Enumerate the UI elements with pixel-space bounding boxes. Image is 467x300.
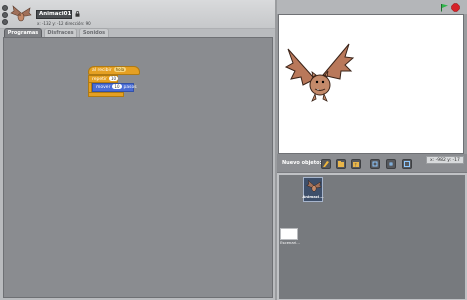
sprite-name-field[interactable]: Animaci01	[36, 10, 72, 19]
random-sprite-button[interactable]: ?	[351, 159, 361, 169]
presentation-mode-button[interactable]	[402, 159, 412, 169]
when-receive-label: al recibir	[92, 68, 112, 73]
move-label: mover	[96, 85, 111, 90]
grow-sprite-button[interactable]	[370, 159, 380, 169]
paint-new-sprite-button[interactable]	[321, 159, 331, 169]
rotation-style-button[interactable]	[2, 12, 8, 18]
sprite-card-name: Animaci...	[302, 194, 324, 199]
tab-scripts[interactable]: Programas	[4, 28, 42, 37]
left-panel: Animaci01 x: -132 y: -12 dirección: 90 P…	[0, 0, 275, 300]
green-flag-icon[interactable]	[440, 3, 449, 12]
repeat-label: repetir	[92, 77, 108, 82]
sprite-header: Animaci01 x: -132 y: -12 dirección: 90	[0, 0, 275, 29]
move-block[interactable]: mover 10 pasos	[92, 83, 137, 92]
mouse-coordinates: x: -982 y: -17	[426, 156, 464, 164]
sprite-thumbnail	[10, 5, 32, 22]
bat-sprite[interactable]	[285, 41, 357, 113]
sprite-card-thumbnail	[306, 179, 322, 192]
stop-sign-icon[interactable]	[451, 3, 460, 12]
choose-sprite-file-button[interactable]	[336, 159, 346, 169]
rotation-style-button[interactable]	[2, 5, 8, 11]
sprite-coordinates: x: -132 y: -12 dirección: 90	[37, 21, 91, 26]
repeat-block[interactable]: repetir 10	[88, 75, 119, 83]
repeat-block-bottom	[88, 92, 124, 97]
stage-toolbar	[277, 0, 467, 14]
new-sprite-label: Nuevo objeto:	[282, 160, 322, 166]
svg-text:?: ?	[355, 163, 357, 168]
move-suffix: pasos	[123, 85, 137, 90]
message-dropdown[interactable]: hola	[113, 67, 127, 72]
tab-costumes[interactable]: Disfraces	[44, 28, 77, 37]
lock-icon[interactable]	[75, 11, 80, 17]
stage-card-name: Escenari...	[280, 240, 300, 245]
move-steps-input[interactable]: 10	[112, 84, 122, 89]
repeat-count-input[interactable]: 10	[109, 76, 119, 81]
shrink-sprite-button[interactable]	[386, 159, 396, 169]
tab-sounds[interactable]: Sonidos	[79, 28, 109, 37]
stage-card[interactable]	[280, 228, 298, 240]
when-receive-block[interactable]: al recibir hola	[88, 66, 140, 75]
scripts-area[interactable]: al recibir hola repetir 10 mover 10 pasos	[3, 37, 273, 298]
stage[interactable]	[278, 14, 464, 154]
rotation-style-button[interactable]	[2, 19, 8, 25]
